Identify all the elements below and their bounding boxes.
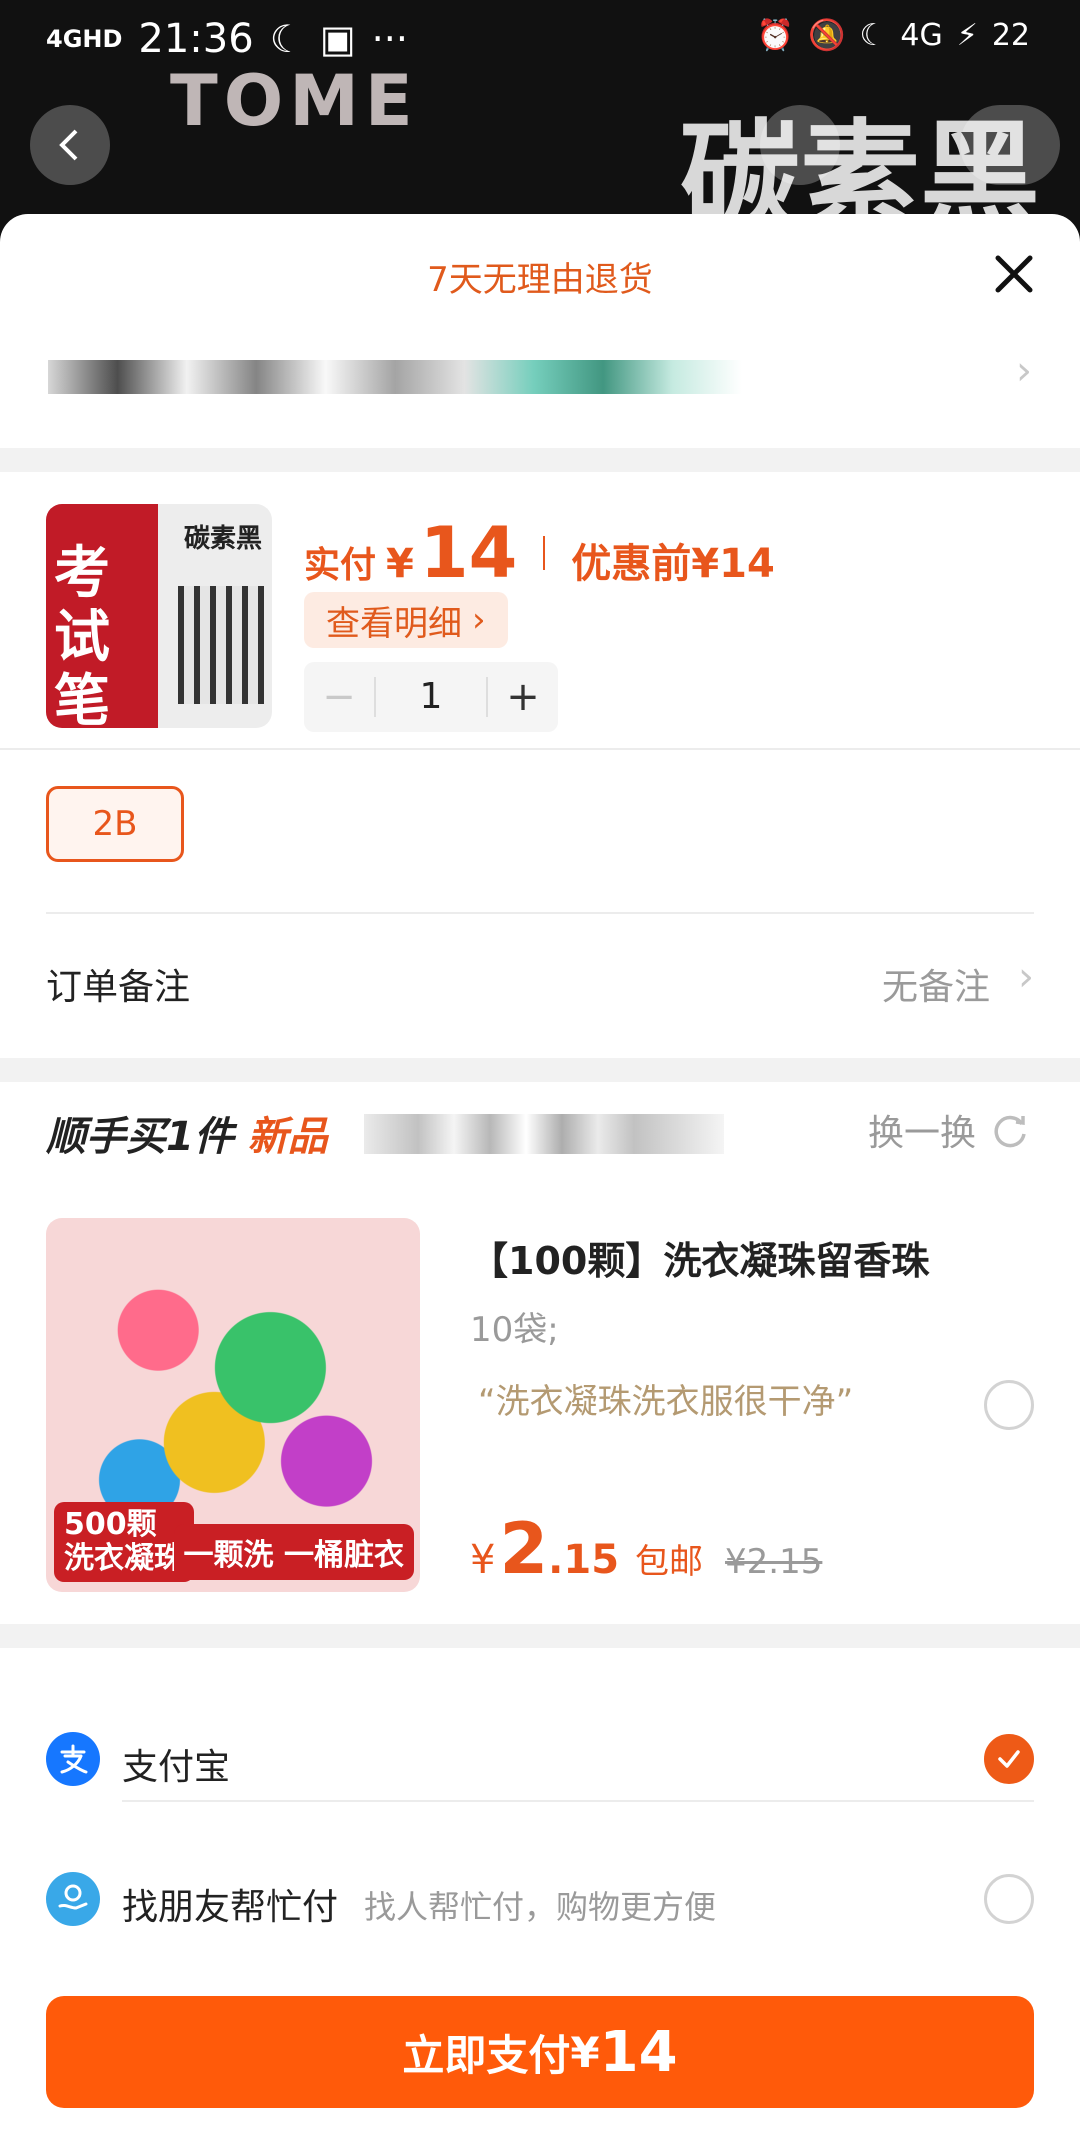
addon-subtitle-redacted bbox=[364, 1114, 724, 1154]
divider bbox=[0, 748, 1080, 750]
addon-price-decimal: .15 bbox=[548, 1537, 620, 1583]
moon-icon: ☾ bbox=[859, 18, 887, 53]
notification-icon: ▣ bbox=[319, 17, 356, 61]
product-image-caption: 考试笔 bbox=[54, 541, 110, 729]
alipay-icon bbox=[46, 1732, 100, 1786]
order-note-label: 订单备注 bbox=[46, 967, 191, 1008]
battery-level: 22 bbox=[991, 18, 1030, 53]
shipping-address-row[interactable]: › bbox=[48, 338, 1032, 434]
addon-currency: ¥ bbox=[470, 1537, 496, 1583]
moon-icon: ☾ bbox=[269, 17, 304, 61]
decrease-quantity-button[interactable]: − bbox=[304, 674, 374, 720]
friend-pay-label: 找朋友帮忙付 bbox=[122, 1887, 339, 1928]
friend-pay-radio[interactable] bbox=[984, 1874, 1034, 1924]
share-button[interactable] bbox=[760, 105, 840, 185]
section-gap bbox=[0, 1058, 1080, 1082]
section-gap bbox=[0, 1624, 1080, 1648]
more-button[interactable] bbox=[960, 105, 1060, 185]
chevron-left-icon bbox=[59, 129, 78, 161]
pay-now-button[interactable]: 立即支付 ¥ 14 bbox=[46, 1996, 1034, 2108]
addon-section-title: 顺手买1件 新品 bbox=[46, 1104, 328, 1162]
swap-button[interactable]: 换一换 bbox=[868, 1104, 1030, 1156]
checkout-sheet: 7天无理由退货 › 考试笔 碳素黑 实付 ¥ 14 优惠前¥14 查看明细 › … bbox=[0, 214, 1080, 2154]
section-gap bbox=[0, 448, 1080, 472]
alipay-glyph bbox=[60, 1744, 88, 1774]
paid-currency: ¥ bbox=[386, 541, 414, 587]
increase-quantity-button[interactable]: + bbox=[488, 674, 558, 720]
chevron-right-icon: › bbox=[1016, 348, 1032, 394]
network-4g-indicator: 4G bbox=[900, 18, 943, 53]
divider bbox=[122, 1800, 1034, 1802]
addon-product-spec: 10袋; bbox=[470, 1310, 559, 1350]
friend-pay-icon bbox=[46, 1872, 100, 1926]
more-status-icon: ··· bbox=[371, 17, 408, 61]
view-details-button[interactable]: 查看明细 › bbox=[304, 592, 508, 648]
order-note-value[interactable]: 无备注 bbox=[882, 958, 990, 1010]
product-image-tag: 碳素黑 bbox=[184, 524, 263, 554]
back-button[interactable] bbox=[30, 105, 110, 185]
pens-graphic bbox=[178, 586, 264, 704]
divider bbox=[46, 912, 1034, 914]
addon-select-radio[interactable] bbox=[984, 1380, 1034, 1430]
clock: 21:36 bbox=[138, 16, 254, 62]
addon-product-name[interactable]: 【100颗】洗衣凝珠留香珠 bbox=[470, 1230, 929, 1285]
mute-bell-icon: 🔕 bbox=[808, 18, 846, 53]
check-icon bbox=[998, 1750, 1020, 1768]
close-icon bbox=[995, 255, 1033, 293]
friend-pay-subtitle: 找人帮忙付，购物更方便 bbox=[364, 1888, 717, 1926]
addon-product-review: “洗衣凝珠洗衣服很干净” bbox=[478, 1382, 854, 1422]
quantity-stepper: − 1 + bbox=[304, 662, 558, 732]
charging-icon: ⚡ bbox=[956, 18, 978, 53]
paid-value: 14 bbox=[419, 512, 518, 594]
pay-now-currency: ¥ bbox=[570, 2027, 600, 2077]
addon-shipping: 包邮 bbox=[635, 1542, 704, 1582]
alipay-selected-radio[interactable] bbox=[984, 1734, 1034, 1784]
chevron-right-icon[interactable]: › bbox=[1018, 954, 1034, 1000]
address-redacted bbox=[48, 360, 742, 394]
view-details-label: 查看明细 bbox=[326, 603, 462, 644]
price-separator bbox=[543, 536, 546, 570]
addon-image-slogan: 一颗洗 一桶脏衣 bbox=[173, 1524, 414, 1580]
close-button[interactable] bbox=[984, 244, 1044, 304]
swap-label: 换一换 bbox=[867, 1113, 976, 1154]
refresh-icon bbox=[994, 1115, 1026, 1148]
alarm-icon: ⏰ bbox=[756, 18, 795, 53]
pay-now-amount: 14 bbox=[599, 2019, 678, 2085]
addon-price: ¥ 2 .15 包邮 ¥2.15 bbox=[470, 1508, 822, 1590]
addon-title-prefix: 顺手买1件 bbox=[46, 1114, 234, 1160]
addon-product-image[interactable]: 500颗 洗衣凝珠 一颗洗 一桶脏衣 bbox=[46, 1218, 420, 1592]
return-policy-label: 7天无理由退货 bbox=[427, 260, 653, 300]
addon-original-price: ¥2.15 bbox=[725, 1542, 823, 1582]
alipay-label: 支付宝 bbox=[122, 1747, 231, 1788]
product-image[interactable]: 考试笔 碳素黑 bbox=[46, 504, 272, 728]
network-indicator: 4GHD bbox=[46, 25, 123, 53]
paid-label: 实付 bbox=[304, 545, 377, 586]
chevron-right-icon: › bbox=[472, 600, 486, 640]
hand-coin-glyph bbox=[58, 1884, 88, 1910]
price-summary: 实付 ¥ 14 优惠前¥14 bbox=[304, 512, 775, 594]
pay-now-label: 立即支付 bbox=[402, 2030, 571, 2080]
quantity-value[interactable]: 1 bbox=[374, 677, 488, 717]
spec-option-2b[interactable]: 2B bbox=[46, 786, 184, 862]
addon-title-new: 新品 bbox=[247, 1114, 328, 1160]
addon-price-integer: 2 bbox=[499, 1508, 549, 1590]
status-bar: 4GHD 21:36 ☾ ▣ ··· ⏰ 🔕 ☾ 4G ⚡ 22 bbox=[0, 0, 1080, 84]
before-discount-price: 优惠前¥14 bbox=[571, 541, 775, 587]
